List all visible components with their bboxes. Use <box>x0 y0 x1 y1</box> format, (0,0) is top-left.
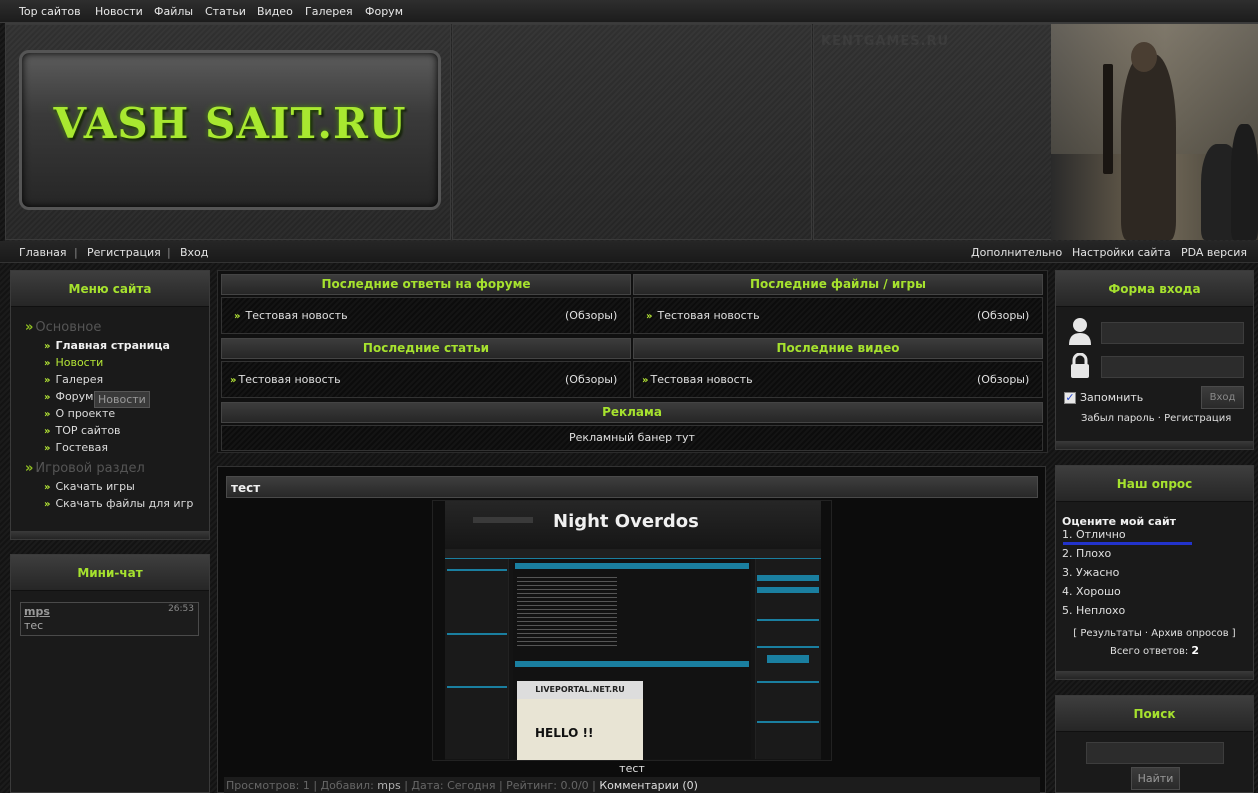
search-input[interactable] <box>1086 742 1224 764</box>
header-panel <box>452 24 812 240</box>
poll-option: 5. Неплохо <box>1062 604 1126 617</box>
menu-section-games: » Игровой раздел <box>25 461 145 476</box>
articles-widget-item[interactable]: » Тестовая новость <box>230 373 341 386</box>
tooltip: Новости <box>94 391 150 408</box>
login-password-input[interactable] <box>1101 356 1244 378</box>
search-button[interactable]: Найти <box>1131 767 1180 790</box>
subnav-separator: | <box>74 246 78 259</box>
menu-item-about[interactable]: » О проекте <box>44 407 115 420</box>
lock-icon <box>1068 352 1092 379</box>
subnav-register[interactable]: Регистрация <box>87 246 161 259</box>
logo-box[interactable]: VASH SAIT.RU <box>19 50 441 210</box>
poll-result-bar-track <box>1063 542 1192 545</box>
articles-widget-title: Последние статьи <box>221 338 631 359</box>
top-nav: Top сайтов Новости Файлы Статьи Видео Га… <box>0 0 1258 23</box>
site-logo: VASH SAIT.RU <box>53 99 407 148</box>
ads-widget-title: Реклама <box>221 402 1043 423</box>
login-title: Форма входа <box>1056 271 1253 307</box>
forum-widget-title: Последние ответы на форуме <box>221 274 631 295</box>
header-soldier-image <box>1051 24 1258 240</box>
news-title-bar: тест <box>226 476 1038 498</box>
subnav-login[interactable]: Вход <box>180 246 208 259</box>
videos-widget-item[interactable]: » Тестовая новость <box>642 373 753 386</box>
news-author[interactable]: mps <box>377 779 400 792</box>
news-title[interactable]: тест <box>231 481 260 495</box>
topnav-articles[interactable]: Статьи <box>205 5 246 18</box>
forum-widget-category[interactable]: (Обзоры) <box>565 309 617 322</box>
chat-user[interactable]: mps <box>24 605 50 618</box>
menu-item-gallery[interactable]: » Галерея <box>44 373 103 386</box>
ad-banner-text: Рекламный банер тут <box>569 431 695 444</box>
poll-title: Наш опрос <box>1056 466 1253 502</box>
poll-question: Оцените мой сайт <box>1062 515 1177 528</box>
topnav-forum[interactable]: Форум <box>365 5 403 18</box>
topnav-files[interactable]: Файлы <box>154 5 193 18</box>
menu-section-main: » Основное <box>25 320 102 335</box>
subnav-more[interactable]: Дополнительно <box>971 246 1062 259</box>
watermark: KENTGAMES.RU <box>821 34 950 49</box>
poll-option: 3. Ужасно <box>1062 566 1120 579</box>
subnav-pda[interactable]: PDA версия <box>1181 246 1247 259</box>
files-widget-category[interactable]: (Обзоры) <box>977 309 1029 322</box>
screenshot-brand: Night Overdos <box>553 511 699 532</box>
remember-checkbox[interactable]: ✓ <box>1064 392 1076 404</box>
files-widget-item[interactable]: » Тестовая новость <box>646 309 760 322</box>
menu-item-download-games[interactable]: » Скачать игры <box>44 480 135 493</box>
topnav-gallery[interactable]: Галерея <box>305 5 353 18</box>
login-links: Забыл пароль · Регистрация <box>1081 413 1232 424</box>
user-icon <box>1068 316 1092 346</box>
subnav-separator: | <box>167 246 171 259</box>
poll-result-bar <box>1063 542 1192 545</box>
poll-option: 2. Плохо <box>1062 547 1112 560</box>
subnav-settings[interactable]: Настройки сайта <box>1072 246 1171 259</box>
files-widget-title: Последние файлы / игры <box>633 274 1043 295</box>
articles-widget-category[interactable]: (Обзоры) <box>565 373 617 386</box>
topnav-news[interactable]: Новости <box>95 5 143 18</box>
subnav-home[interactable]: Главная <box>19 246 67 259</box>
menu-item-top[interactable]: » TOP сайтов <box>44 424 121 437</box>
search-title: Поиск <box>1056 696 1253 732</box>
minichat-block: Мини-чат <box>10 554 210 793</box>
chat-message: mps 26:53 тес <box>20 602 199 636</box>
login-button[interactable]: Вход <box>1201 386 1244 409</box>
screenshot-banner: LIVEPORTAL.NET.RU HELLO !! <box>517 681 643 760</box>
menu-item-guestbook[interactable]: » Гостевая <box>44 441 108 454</box>
poll-option: 1. Отлично <box>1062 528 1126 541</box>
menu-item-home[interactable]: » Главная страница <box>44 339 170 352</box>
site-header: VASH SAIT.RU KENTGAMES.RU <box>5 23 1258 241</box>
poll-total: Всего ответов: 2 <box>1109 644 1200 657</box>
menu-item-download-files[interactable]: » Скачать файлы для игр <box>44 497 193 510</box>
news-screenshot[interactable]: Night Overdos LIVEPORTAL.NET.RU HELLO !! <box>432 500 832 761</box>
minichat-title: Мини-чат <box>11 555 209 591</box>
videos-widget-title: Последние видео <box>633 338 1043 359</box>
register-link[interactable]: Регистрация <box>1164 413 1231 424</box>
chat-time: 26:53 <box>168 604 194 614</box>
sub-nav: Главная | Регистрация | Вход Дополнитель… <box>0 241 1258 263</box>
news-caption: тест <box>619 762 645 775</box>
chat-text: тес <box>24 619 44 632</box>
topnav-top-sites[interactable]: Top сайтов <box>19 5 81 18</box>
videos-widget-category[interactable]: (Обзоры) <box>977 373 1029 386</box>
remember-label: Запомнить <box>1080 391 1144 404</box>
topnav-video[interactable]: Видео <box>257 5 293 18</box>
poll-results-link[interactable]: [ Результаты · Архив опросов ] <box>1055 628 1254 639</box>
menu-item-news[interactable]: » Новости <box>44 356 103 369</box>
login-username-input[interactable] <box>1101 322 1244 344</box>
forum-widget-item[interactable]: » Тестовая новость <box>234 309 348 322</box>
site-menu-title: Меню сайта <box>11 271 209 307</box>
poll-option: 4. Хорошо <box>1062 585 1121 598</box>
news-comments-link[interactable]: Комментарии (0) <box>599 779 698 792</box>
forgot-password-link[interactable]: Забыл пароль <box>1081 413 1155 424</box>
menu-item-forum[interactable]: » Форум <box>44 390 93 403</box>
news-meta: Просмотров: 1 | Добавил: mps | Дата: Сег… <box>226 779 698 792</box>
